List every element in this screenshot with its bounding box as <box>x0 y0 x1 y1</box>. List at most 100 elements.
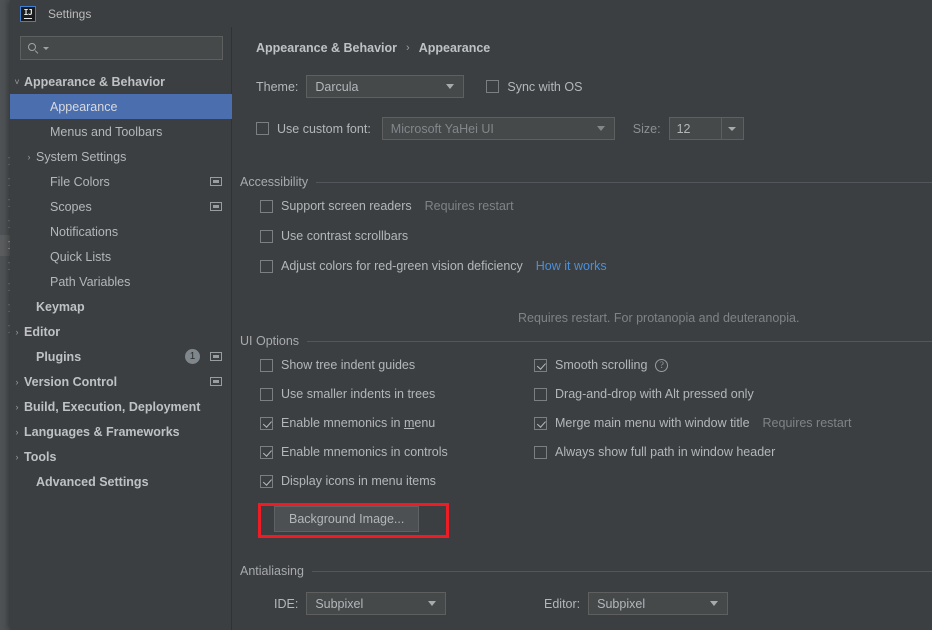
antialiasing-editor-value: Subpixel <box>597 596 646 611</box>
antialiasing-ide-row: IDE: Subpixel <box>274 592 447 615</box>
ui-option-right-2-label: Merge main menu with window title <box>555 416 750 430</box>
sidebar-item-label: Appearance & Behavior <box>24 74 166 89</box>
chevron-right-icon[interactable]: › <box>10 327 24 337</box>
sidebar-item-file-colors[interactable]: File Colors <box>10 169 232 194</box>
checkbox-box <box>534 358 547 372</box>
sidebar-item-appearance-behavior[interactable]: ˅ Appearance & Behavior <box>10 69 232 94</box>
ui-option-left-4[interactable]: Display icons in menu items <box>260 474 436 488</box>
theme-select[interactable]: Darcula <box>306 75 465 98</box>
chevron-right-icon[interactable]: › <box>10 402 24 412</box>
checkbox-box <box>256 122 269 135</box>
ui-options-section-header: UI Options <box>240 334 932 348</box>
font-size-stepper[interactable]: 12 <box>668 117 744 140</box>
sidebar-item-label: Scopes <box>50 199 92 214</box>
accessibility-section-header: Accessibility <box>240 175 932 189</box>
chevron-down-icon[interactable] <box>43 46 49 50</box>
ui-option-left-1-label: Use smaller indents in trees <box>281 387 436 401</box>
checkbox-box <box>534 445 547 459</box>
breadcrumb-current: Appearance <box>418 41 491 55</box>
sidebar-item-keymap[interactable]: Keymap <box>10 294 232 319</box>
sidebar-item-path-variables[interactable]: Path Variables <box>10 269 232 294</box>
sidebar-item-notifications[interactable]: Notifications <box>10 219 232 244</box>
plugins-update-badge: 1 <box>185 349 200 364</box>
sidebar-item-label: Path Variables <box>50 274 131 289</box>
sidebar-item-label: File Colors <box>50 174 110 189</box>
sidebar-item-label: Keymap <box>36 299 85 314</box>
antialiasing-editor-select[interactable]: Subpixel <box>588 592 729 615</box>
sidebar-item-label: Editor <box>24 324 61 339</box>
intellij-idea-logo-icon: IJ <box>20 5 36 22</box>
sidebar-item-label: System Settings <box>36 149 127 164</box>
antialiasing-ide-label: IDE: <box>274 596 299 611</box>
ui-option-left-0[interactable]: Show tree indent guides <box>260 358 415 372</box>
breadcrumb: Appearance & Behavior › Appearance <box>256 41 490 55</box>
sidebar-item-menus-and-toolbars[interactable]: Menus and Toolbars <box>10 119 232 144</box>
chevron-right-icon[interactable]: › <box>10 377 24 387</box>
checkbox-box <box>260 474 273 488</box>
sidebar-item-quick-lists[interactable]: Quick Lists <box>10 244 232 269</box>
ui-option-right-2[interactable]: Merge main menu with window title Require… <box>534 416 851 430</box>
accessibility-option-1[interactable]: Use contrast scrollbars <box>260 229 408 243</box>
sidebar-item-label: Menus and Toolbars <box>50 124 163 139</box>
project-level-setting-icon <box>210 202 222 211</box>
chevron-down-icon[interactable]: ˅ <box>10 77 24 87</box>
accessibility-option-0-label: Support screen readers <box>281 199 412 213</box>
custom-font-row: Use custom font: Microsoft YaHei UI Size… <box>256 117 744 140</box>
breadcrumb-parent[interactable]: Appearance & Behavior <box>256 41 397 55</box>
ui-options-title: UI Options <box>240 334 300 348</box>
help-icon[interactable]: ? <box>655 358 669 372</box>
chevron-down-icon <box>596 126 605 131</box>
checkbox-box <box>260 259 273 273</box>
chevron-right-icon[interactable]: › <box>22 152 36 162</box>
sidebar-item-scopes[interactable]: Scopes <box>10 194 232 219</box>
sidebar-item-editor[interactable]: › Editor <box>10 319 232 344</box>
sidebar-item-advanced-settings[interactable]: Advanced Settings <box>10 469 232 494</box>
ui-option-left-2-label: Enable mnemonics in menu <box>281 416 436 430</box>
requires-restart-hint: Requires restart <box>762 416 852 430</box>
antialiasing-title: Antialiasing <box>240 564 304 578</box>
accessibility-option-2[interactable]: Adjust colors for red-green vision defic… <box>260 259 607 273</box>
breadcrumb-separator-icon: › <box>406 42 410 54</box>
settings-tree: ˅ Appearance & Behavior Appearance Menus an… <box>10 69 232 494</box>
font-family-value: Microsoft YaHei UI <box>390 121 494 136</box>
ui-option-right-3-label: Always show full path in window header <box>555 445 776 459</box>
how-it-works-link[interactable]: How it works <box>536 259 607 273</box>
accessibility-option-0[interactable]: Support screen readers Requires restart <box>260 199 514 213</box>
chevron-down-icon <box>446 84 455 89</box>
use-custom-font-checkbox[interactable]: Use custom font: <box>256 122 371 136</box>
chevron-right-icon[interactable]: › <box>10 452 24 462</box>
sidebar-item-version-control[interactable]: › Version Control <box>10 369 232 394</box>
stepper-button[interactable] <box>720 118 743 139</box>
ui-option-right-0-label: Smooth scrolling <box>555 358 648 372</box>
ui-option-left-2[interactable]: Enable mnemonics in menu <box>260 416 435 430</box>
sidebar-item-plugins[interactable]: Plugins 1 <box>10 344 232 369</box>
sidebar-item-system-settings[interactable]: › System Settings <box>10 144 232 169</box>
sidebar-item-label: Version Control <box>24 374 118 389</box>
project-level-setting-icon <box>210 377 222 386</box>
chevron-down-icon <box>710 601 719 606</box>
sidebar-item-tools[interactable]: › Tools <box>10 444 232 469</box>
settings-sidebar: ˅ Appearance & Behavior Appearance Menus an… <box>10 27 232 630</box>
sync-with-os-checkbox[interactable]: Sync with OS <box>486 80 582 94</box>
background-image-button[interactable]: Background Image... <box>274 506 420 532</box>
logo-text: IJ <box>23 7 33 19</box>
font-family-select[interactable]: Microsoft YaHei UI <box>381 117 615 140</box>
ui-option-right-0[interactable]: Smooth scrolling? <box>534 358 669 372</box>
search-input[interactable] <box>20 36 223 60</box>
sidebar-item-appearance[interactable]: Appearance <box>10 94 232 119</box>
sidebar-item-label: Advanced Settings <box>36 474 149 489</box>
ui-option-left-1[interactable]: Use smaller indents in trees <box>260 387 435 401</box>
sidebar-item-label: Plugins <box>36 349 82 364</box>
checkbox-box <box>260 358 273 372</box>
ui-option-right-1[interactable]: Drag-and-drop with Alt pressed only <box>534 387 754 401</box>
sync-with-os-label: Sync with OS <box>507 79 583 94</box>
ui-option-right-3[interactable]: Always show full path in window header <box>534 445 775 459</box>
settings-dialog: IJ Settings ˅ Appearance & Behavior Appear… <box>10 0 932 630</box>
sidebar-item-languages-frameworks[interactable]: › Languages & Frameworks <box>10 419 232 444</box>
antialiasing-ide-value: Subpixel <box>315 596 364 611</box>
chevron-down-icon <box>428 601 437 606</box>
ui-option-left-3[interactable]: Enable mnemonics in controls <box>260 445 448 459</box>
chevron-right-icon[interactable]: › <box>10 427 24 437</box>
sidebar-item-build-execution-deployment[interactable]: › Build, Execution, Deployment <box>10 394 232 419</box>
antialiasing-ide-select[interactable]: Subpixel <box>306 592 447 615</box>
